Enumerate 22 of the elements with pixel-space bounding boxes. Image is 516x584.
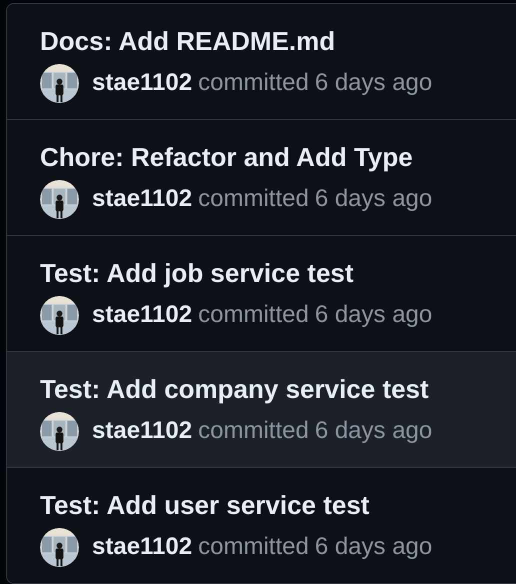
commit-message[interactable]: Chore: Refactor and Add Type (40, 141, 413, 173)
commit-time: 6 days ago (314, 68, 432, 98)
author-link[interactable]: stae1102 (92, 297, 192, 333)
commit-message[interactable]: Test: Add company service test (40, 373, 429, 405)
commit-action: committed (198, 68, 309, 98)
commit-time: 6 days ago (314, 300, 432, 330)
commit-action: committed (198, 300, 309, 330)
commit-action: committed (198, 416, 309, 446)
commit-action: committed (198, 184, 309, 214)
commit-row[interactable]: Test: Add user service test stae1102 committed 6 days ago (7, 467, 516, 583)
author-link[interactable]: stae1102 (92, 181, 192, 217)
commit-time: 6 days ago (314, 416, 432, 446)
author-link[interactable]: stae1102 (92, 529, 192, 565)
commit-message[interactable]: Docs: Add README.md (40, 25, 336, 57)
commit-time: 6 days ago (314, 184, 432, 214)
commit-row[interactable]: Test: Add company service test stae1102 committed 6 days ago (7, 351, 516, 467)
commit-message[interactable]: Test: Add user service test (40, 489, 370, 521)
author-link[interactable]: stae1102 (92, 413, 192, 449)
commit-message[interactable]: Test: Add job service test (40, 257, 354, 289)
commit-time: 6 days ago (314, 532, 432, 562)
commit-action: committed (198, 532, 309, 562)
author-link[interactable]: stae1102 (92, 65, 192, 101)
